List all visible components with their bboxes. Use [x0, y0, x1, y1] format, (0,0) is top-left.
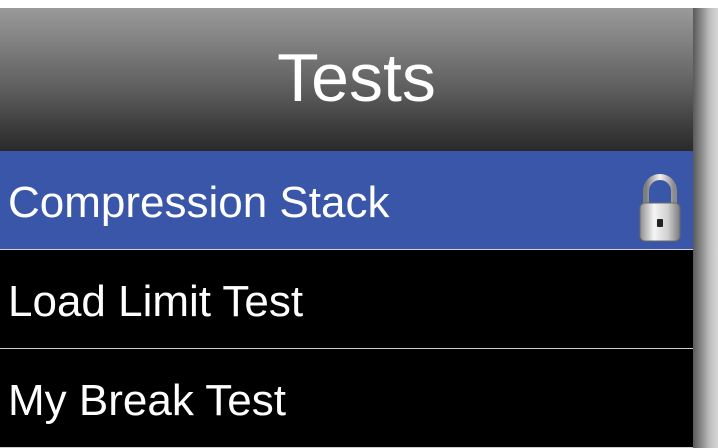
list-item-load-limit-test[interactable]: Load Limit Test — [0, 250, 693, 349]
list-item-my-break-test[interactable]: My Break Test — [0, 349, 693, 448]
tests-panel: Tests Compression Stack Load Limit Test … — [0, 8, 693, 448]
lock-icon — [636, 171, 684, 243]
list-item-label: Compression Stack — [8, 178, 390, 227]
list-item-label: Load Limit Test — [8, 277, 304, 326]
list-item-compression-stack[interactable]: Compression Stack — [0, 151, 693, 250]
scrollbar[interactable] — [693, 8, 718, 448]
page-title: Tests — [277, 39, 436, 116]
tests-screen: Tests Compression Stack Load Limit Test … — [0, 0, 718, 448]
list-item-label: My Break Test — [8, 376, 286, 425]
header-bar: Tests — [0, 8, 693, 151]
tests-list: Compression Stack Load Limit Test My Bre… — [0, 151, 693, 448]
